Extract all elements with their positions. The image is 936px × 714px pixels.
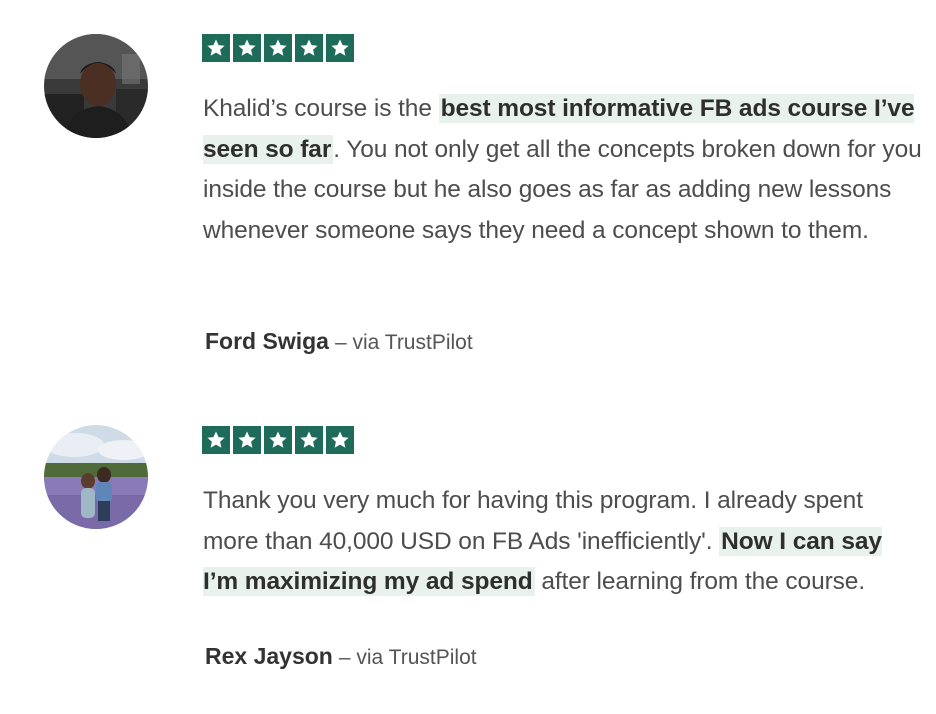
review-source: – via TrustPilot (334, 331, 473, 354)
star-icon (202, 34, 230, 62)
star-icon (295, 34, 323, 62)
star-icon (233, 34, 261, 62)
review-text-end: after learning from the course. (534, 568, 866, 595)
reviewer-avatar (44, 425, 148, 529)
star-icon (264, 34, 292, 62)
avatar-photo-icon (44, 425, 148, 529)
rating-stars (202, 426, 354, 454)
review-attribution: Rex Jayson – via TrustPilot (205, 643, 477, 670)
review-card: Thank you very much for having this prog… (0, 405, 936, 705)
reviewer-name: Ford Swiga (205, 328, 329, 354)
avatar-photo-icon (44, 34, 148, 138)
review-text: Khalid’s course is the best most informa… (203, 89, 923, 251)
star-icon (264, 426, 292, 454)
review-text: Thank you very much for having this prog… (203, 481, 923, 603)
star-icon (233, 426, 261, 454)
review-text-start: Khalid’s course is the (203, 95, 439, 122)
rating-stars (202, 34, 354, 62)
reviewer-name: Rex Jayson (205, 643, 333, 669)
star-icon (295, 426, 323, 454)
star-icon (326, 34, 354, 62)
review-source: – via TrustPilot (338, 646, 477, 669)
review-card: Khalid’s course is the best most informa… (0, 0, 936, 370)
star-icon (202, 426, 230, 454)
star-icon (326, 426, 354, 454)
review-attribution: Ford Swiga – via TrustPilot (205, 328, 473, 355)
reviewer-avatar (44, 34, 148, 138)
